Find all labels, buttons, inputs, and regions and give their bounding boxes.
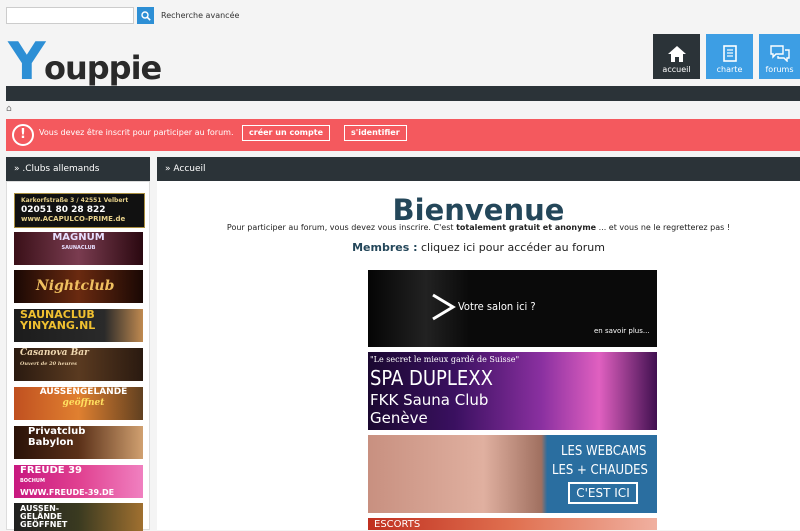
webcam-cta-button[interactable]: C'EST ICI xyxy=(568,482,638,504)
ad-acapulco[interactable]: Karkorfstraße 3 / 42551 Velbert 02051 80… xyxy=(14,193,145,228)
search-icon xyxy=(140,10,151,21)
banner-escorts[interactable]: ESCORTS xyxy=(368,518,657,530)
document-icon xyxy=(722,45,737,62)
ad-casanova[interactable]: Casanova Bar Ouvert de 20 heures xyxy=(14,348,143,381)
ad-yinyang[interactable]: SAUNACLUB YINYANG.NL xyxy=(14,309,143,342)
sidebar-title: » .Clubs allemands xyxy=(6,157,150,181)
login-button[interactable]: s'identifier xyxy=(344,125,407,141)
search-input[interactable] xyxy=(6,7,134,24)
create-account-button[interactable]: créer un compte xyxy=(242,125,330,141)
breadcrumb[interactable]: » Accueil xyxy=(157,157,800,181)
page-title: Bienvenue xyxy=(392,193,565,227)
sidebar-ads: Karkorfstraße 3 / 42551 Velbert 02051 80… xyxy=(6,181,150,531)
nav-charter-button[interactable]: charte xyxy=(706,34,753,79)
ad-babylon[interactable]: Privatclub Babylon xyxy=(14,426,143,459)
arrow-icon xyxy=(432,293,456,321)
ad-magnum[interactable]: MAGNUM SAUNACLUB xyxy=(14,232,143,265)
warning-icon: ! xyxy=(12,124,34,146)
ad-aussen-gelaende[interactable]: AUSSEN- GELÄNDE GEÖFFNET xyxy=(14,503,143,531)
search-button[interactable] xyxy=(137,7,154,24)
advanced-search-link[interactable]: Recherche avancée xyxy=(161,11,239,20)
banner-spa-duplexx[interactable]: "Le secret le mieux gardé de Suisse" SPA… xyxy=(368,352,657,430)
ad-freude39[interactable]: FREUDE 39 BOCHUM WWW.FREUDE-39.DE xyxy=(14,465,143,498)
alert-message: Vous devez être inscrit pour participer … xyxy=(39,128,234,137)
members-link[interactable]: Membres : cliquez ici pour accéder au fo… xyxy=(157,241,800,254)
nav-home-button[interactable]: accueil xyxy=(653,34,700,79)
main-content: Bienvenue Pour participer au forum, vous… xyxy=(157,181,800,530)
ad-nightclub[interactable]: Nightclub xyxy=(14,270,143,303)
site-logo[interactable]: Y ouppie xyxy=(8,36,162,88)
banner-your-salon[interactable]: Votre salon ici ? en savoir plus... xyxy=(368,270,657,347)
top-bar: Recherche avancée xyxy=(0,0,800,32)
registration-alert: ! Vous devez être inscrit pour participe… xyxy=(6,119,800,151)
banner-webcams[interactable]: LES WEBCAMS LES + CHAUDES C'EST ICI xyxy=(368,435,657,513)
welcome-subtitle: Pour participer au forum, vous devez vou… xyxy=(226,223,731,232)
chat-icon xyxy=(769,45,790,62)
nav-divider-bar xyxy=(6,86,800,101)
breadcrumb-home-icon[interactable]: ⌂ xyxy=(6,104,12,114)
nav-forums-button[interactable]: forums xyxy=(759,34,800,79)
home-icon xyxy=(667,46,686,62)
ad-aussengelaende[interactable]: AUSSENGELÄNDE geöffnet xyxy=(14,387,143,420)
